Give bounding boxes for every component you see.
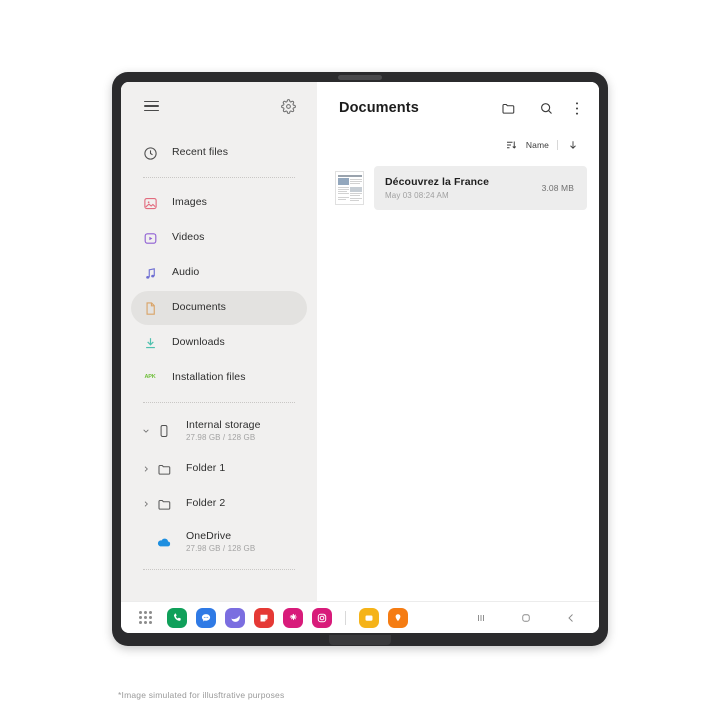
- sidebar-item-downloads[interactable]: Downloads: [131, 326, 307, 360]
- hinge-notch-top: [338, 75, 382, 80]
- folder-icon: [155, 460, 173, 478]
- new-folder-icon[interactable]: [497, 97, 519, 119]
- device-screen: Recent files Images Videos Audio Documen…: [121, 82, 599, 633]
- sidebar-divider: [143, 569, 295, 570]
- sidebar: Recent files Images Videos Audio Documen…: [121, 82, 317, 601]
- sidebar-divider: [143, 402, 295, 403]
- arrow-down-icon[interactable]: [566, 139, 579, 152]
- cloud-icon: [155, 533, 173, 551]
- taskbar: [121, 601, 599, 633]
- document-preview-thumbnail: [335, 171, 364, 205]
- home-button[interactable]: [518, 610, 534, 626]
- sidebar-item-documents[interactable]: Documents: [131, 291, 307, 325]
- download-icon: [141, 334, 159, 352]
- file-list: Découvrez la France May 03 08:24 AM 3.08…: [317, 156, 599, 212]
- sidebar-item-internal-storage[interactable]: Internal storage 27.98 GB / 128 GB: [131, 411, 307, 451]
- file-size: 3.08 MB: [541, 183, 574, 193]
- audio-note-icon: [141, 264, 159, 282]
- hamburger-menu-icon[interactable]: [140, 95, 162, 117]
- folder-icon: [155, 495, 173, 513]
- image-icon: [141, 194, 159, 212]
- sidebar-item-label: Folder 2: [186, 497, 226, 510]
- sidebar-item-videos[interactable]: Videos: [131, 221, 307, 255]
- phone-app-icon[interactable]: [167, 607, 187, 628]
- sidebar-item-folder-1[interactable]: Folder 1: [131, 452, 307, 486]
- my-files-app: Recent files Images Videos Audio Documen…: [121, 82, 599, 601]
- navigation-buttons: [473, 610, 585, 626]
- apps-grid-icon[interactable]: [139, 611, 152, 624]
- instagram-app-icon[interactable]: [312, 607, 332, 628]
- sidebar-item-audio[interactable]: Audio: [131, 256, 307, 290]
- file-date: May 03 08:24 AM: [385, 191, 449, 200]
- sidebar-item-sublabel: 27.98 GB / 128 GB: [186, 544, 256, 554]
- sidebar-divider: [143, 177, 295, 178]
- sidebar-item-label: Internal storage: [186, 418, 261, 431]
- sidebar-item-label: Folder 1: [186, 462, 226, 475]
- notes-app-icon[interactable]: [254, 607, 274, 628]
- main-pane: Documents Name Découvrez la France May 0…: [317, 82, 599, 601]
- sort-bar: Name: [317, 134, 599, 156]
- clock-icon: [141, 144, 159, 162]
- back-button[interactable]: [563, 610, 579, 626]
- list-item[interactable]: Découvrez la France May 03 08:24 AM 3.08…: [317, 164, 599, 212]
- recent-apps-button[interactable]: [473, 610, 489, 626]
- video-icon: [141, 229, 159, 247]
- taskbar-app-icons: [167, 607, 408, 628]
- gear-icon[interactable]: [277, 95, 299, 117]
- sidebar-item-folder-2[interactable]: Folder 2: [131, 487, 307, 521]
- sidebar-item-label: Recent files: [172, 146, 229, 159]
- sidebar-item-installation-files[interactable]: APK Installation files: [131, 361, 307, 395]
- internet-app-icon[interactable]: [225, 607, 245, 628]
- file-name: Découvrez la France: [385, 176, 490, 188]
- sidebar-item-label: Audio: [172, 266, 200, 279]
- sidebar-item-label: Videos: [172, 231, 205, 244]
- sidebar-item-sublabel: 27.98 GB / 128 GB: [186, 433, 256, 443]
- screenshot-root: Recent files Images Videos Audio Documen…: [0, 0, 720, 720]
- document-icon: [141, 299, 159, 317]
- phone-storage-icon: [155, 422, 173, 440]
- my-files-app-icon[interactable]: [359, 607, 379, 628]
- apk-icon: APK: [144, 374, 156, 381]
- sidebar-item-label: Downloads: [172, 336, 225, 349]
- file-row-body[interactable]: Découvrez la France May 03 08:24 AM 3.08…: [374, 166, 587, 210]
- file-texts: Découvrez la France May 03 08:24 AM: [385, 176, 534, 200]
- messages-app-icon[interactable]: [196, 607, 216, 628]
- sidebar-item-label: Installation files: [172, 371, 246, 384]
- sidebar-item-images[interactable]: Images: [131, 186, 307, 220]
- page-title: Documents: [339, 100, 419, 116]
- chevron-down-icon[interactable]: [141, 427, 151, 435]
- sort-separator: [557, 140, 558, 150]
- main-header: Documents: [317, 82, 599, 134]
- more-options-icon[interactable]: [573, 97, 581, 119]
- chevron-right-icon[interactable]: [141, 500, 151, 508]
- taskbar-separator: [345, 610, 346, 625]
- foldable-device-frame: Recent files Images Videos Audio Documen…: [112, 72, 608, 646]
- disclaimer-caption: *Image simulated for illusftrative purpo…: [118, 690, 285, 700]
- galaxy-store-app-icon[interactable]: [283, 607, 303, 628]
- chevron-right-icon[interactable]: [141, 465, 151, 473]
- sidebar-header: [121, 82, 317, 130]
- sidebar-item-onedrive[interactable]: OneDrive 27.98 GB / 128 GB: [131, 522, 307, 562]
- sidebar-item-label: OneDrive: [186, 529, 232, 542]
- sidebar-item-label: Documents: [172, 301, 227, 314]
- maps-app-icon[interactable]: [388, 607, 408, 628]
- hinge-notch-bottom: [329, 635, 391, 645]
- sort-label[interactable]: Name: [526, 140, 549, 150]
- search-icon[interactable]: [535, 97, 557, 119]
- sort-icon[interactable]: [505, 139, 518, 152]
- sidebar-item-label: Images: [172, 196, 208, 209]
- sidebar-nav-list: Recent files Images Videos Audio Documen…: [121, 130, 317, 578]
- sidebar-item-recent-files[interactable]: Recent files: [131, 136, 307, 170]
- main-actions: [497, 97, 581, 119]
